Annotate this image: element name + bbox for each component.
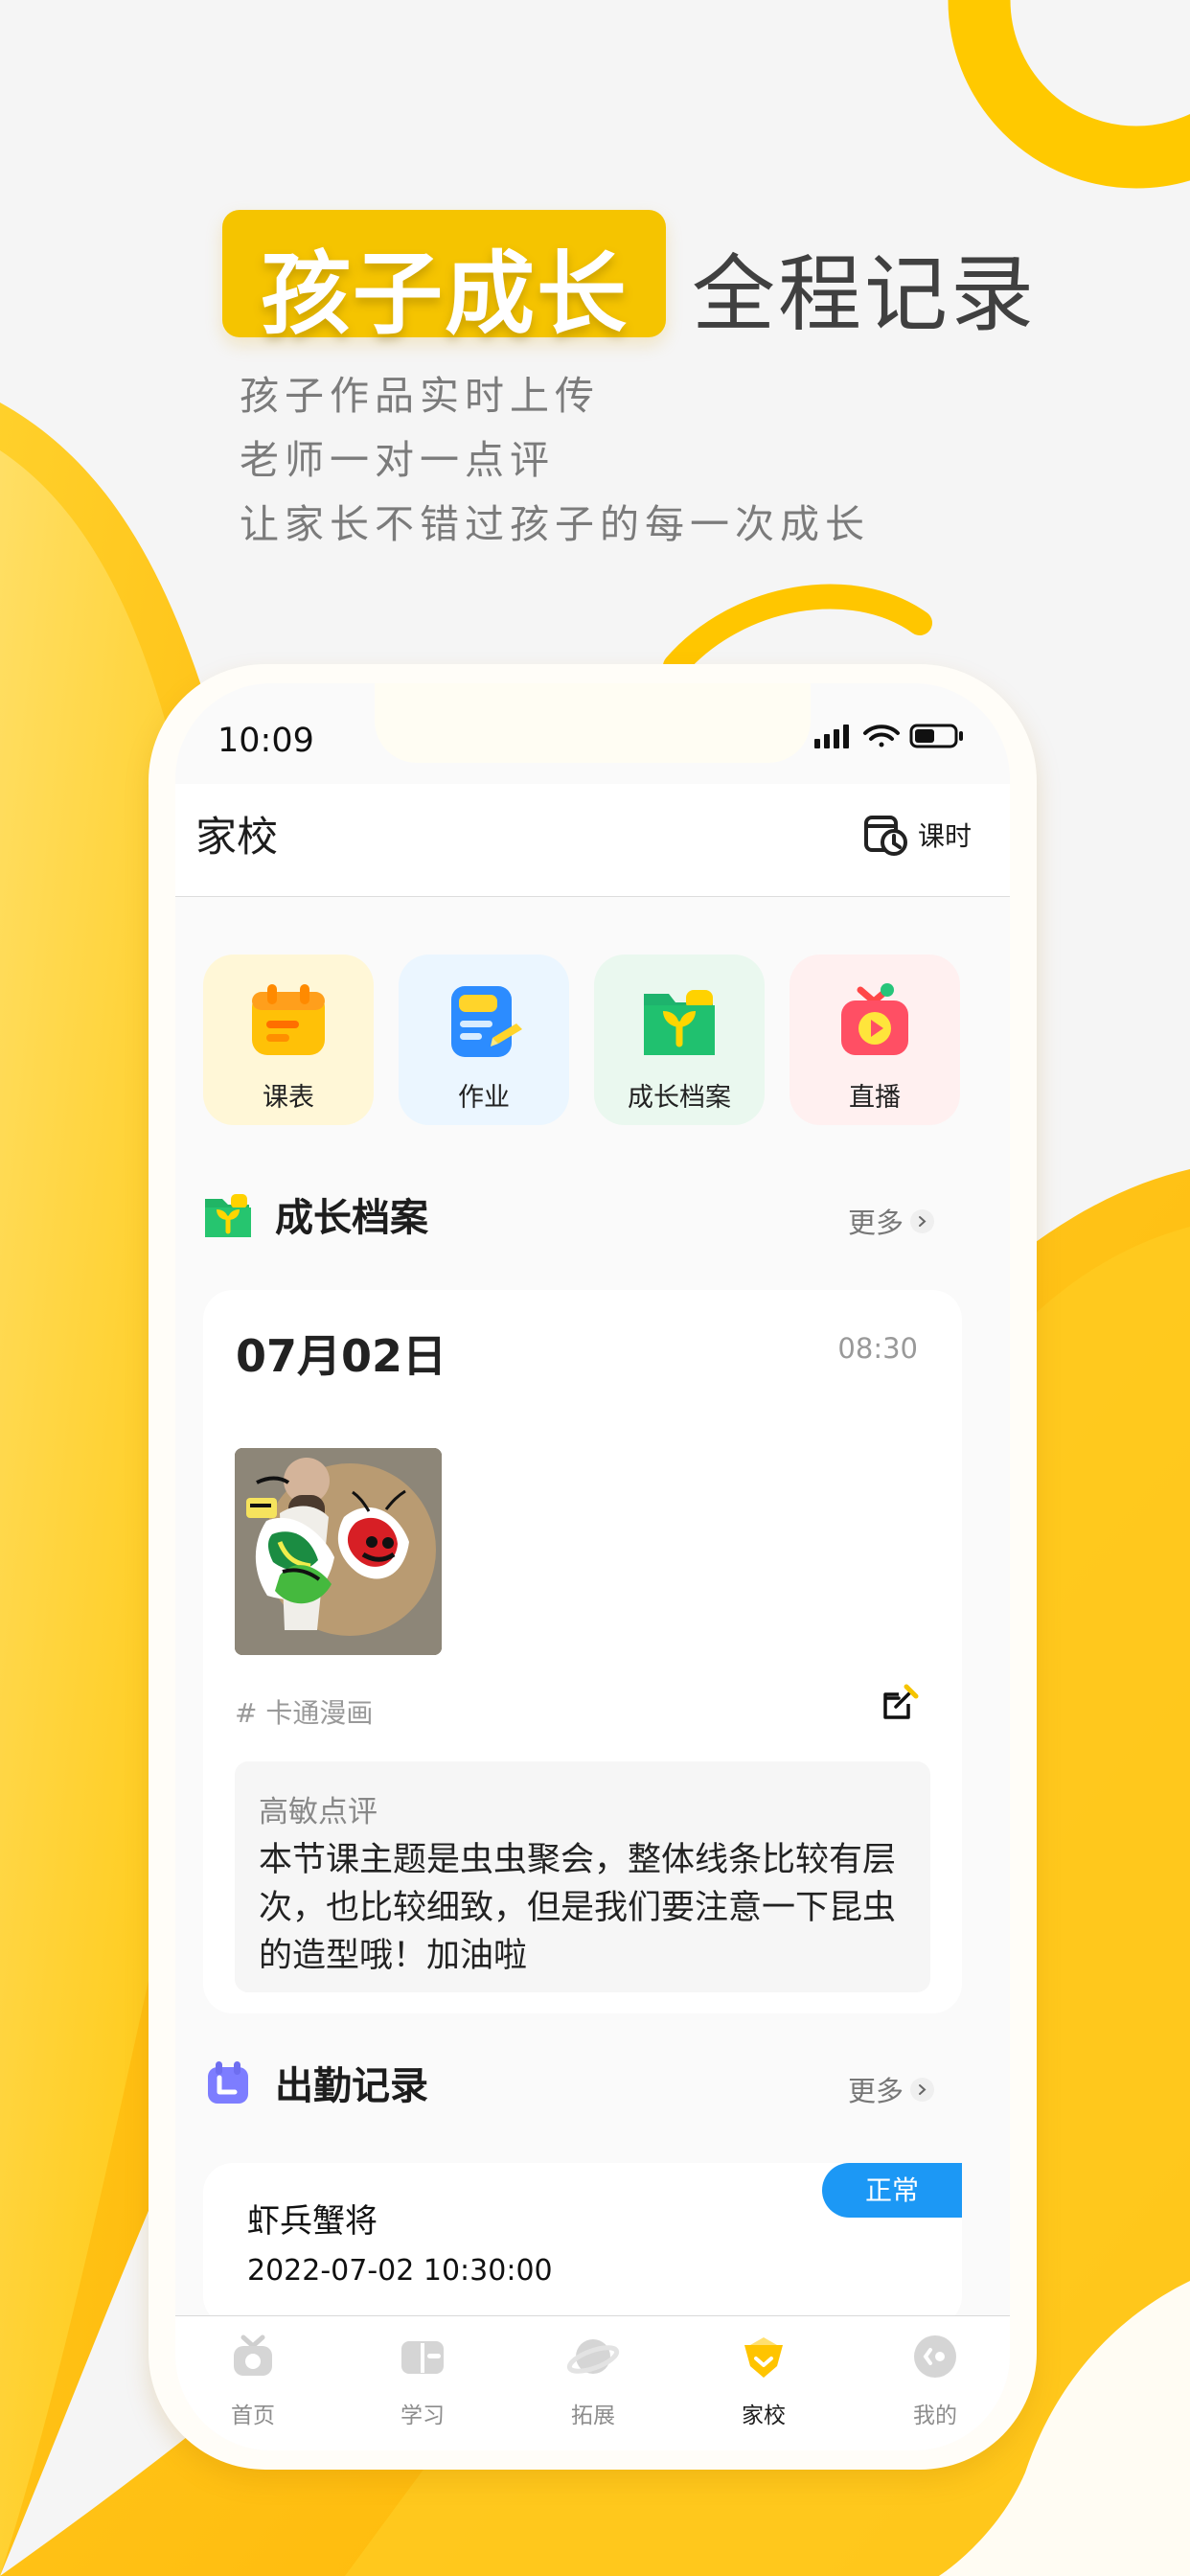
growth-section-icon (205, 1194, 251, 1237)
attendance-record-card[interactable]: 虾兵蟹将 2022-07-02 10:30:00 正常 (203, 2163, 962, 2326)
bottom-tab-bar: 首页 学习 拓展 家校 我的 (175, 2315, 1010, 2450)
live-tv-icon (841, 983, 908, 1055)
record-time: 08:30 (837, 1332, 918, 1365)
phone-notch (375, 683, 811, 763)
quick-action-live[interactable]: 直播 (790, 954, 960, 1125)
tab-label: 学习 (400, 2404, 445, 2428)
tab-home[interactable]: 首页 (195, 2330, 310, 2435)
clock-calendar-icon (863, 816, 907, 856)
lesson-hours-label: 课时 (917, 820, 972, 852)
more-label: 更多 (847, 2075, 904, 2107)
school-diamond-icon (744, 2337, 783, 2378)
lesson-hours-button[interactable]: 课时 (863, 814, 972, 856)
phone-mockup: 10:09 家校 课时 课表 作业 成长档案 直播 成长档案 更多 07月02日… (149, 664, 1037, 2470)
schedule-icon (252, 984, 325, 1055)
tab-label: 首页 (231, 2404, 275, 2428)
app-header: 家校 课时 (175, 784, 1010, 897)
home-tv-icon (234, 2334, 272, 2376)
homework-icon (451, 986, 522, 1057)
growth-folder-icon (644, 990, 715, 1055)
attendance-more-link[interactable]: 更多 (848, 2069, 934, 2109)
page-title: 家校 (195, 814, 278, 862)
tab-label: 我的 (913, 2404, 957, 2428)
growth-section-title: 成长档案 (275, 1196, 428, 1240)
promo-line: 孩子作品实时上传 (240, 373, 600, 419)
teacher-comment-box: 高敏点评 本节课主题是虫虫聚会，整体线条比较有层次，也比较细致，但是我们要注意一… (235, 1761, 930, 1992)
headline-text: 全程记录 (692, 245, 1037, 343)
record-date: 07月02日 (236, 1330, 447, 1382)
status-icons (814, 724, 963, 748)
artwork-tag: # 卡通漫画 (235, 1697, 374, 1729)
chevron-right-icon (910, 1208, 934, 1233)
comment-author: 高敏点评 (259, 1795, 378, 1829)
quick-action-label: 课表 (263, 1083, 314, 1113)
promo-description: 孩子作品实时上传 老师一对一点评 让家长不错过孩子的每一次成长 (240, 364, 870, 557)
study-book-icon (401, 2341, 444, 2374)
quick-action-label: 直播 (849, 1083, 901, 1113)
attendance-section-icon (208, 2061, 248, 2104)
attendance-section-title: 出勤记录 (275, 2064, 428, 2108)
wifi-icon (863, 724, 900, 748)
tab-profile[interactable]: 我的 (878, 2330, 993, 2435)
promo-line: 老师一对一点评 (240, 437, 555, 483)
battery-icon (909, 724, 963, 748)
attendance-section-heading: 出勤记录 (203, 2055, 428, 2110)
growth-more-link[interactable]: 更多 (848, 1201, 934, 1241)
planet-icon (566, 2339, 620, 2374)
comment-text: 本节课主题是虫虫聚会，整体线条比较有层次，也比较细致，但是我们要注意一下昆虫的造… (259, 1841, 897, 1975)
profile-icon (914, 2335, 956, 2378)
signal-icon (814, 724, 849, 748)
more-label: 更多 (847, 1207, 904, 1239)
status-time: 10:09 (217, 722, 314, 760)
promo-headline: 孩子成长 全程记录 (222, 210, 1085, 347)
attendance-datetime: 2022-07-02 10:30:00 (247, 2254, 553, 2288)
growth-record-card[interactable]: 07月02日 08:30 # 卡通漫画 高敏点评 本节课主题是虫虫聚会，整体线条… (203, 1290, 962, 2013)
quick-actions: 课表 作业 成长档案 直播 (203, 954, 973, 1125)
promo-line: 让家长不错过孩子的每一次成长 (240, 501, 870, 547)
attendance-class-name: 虾兵蟹将 (247, 2202, 378, 2241)
tab-label: 家校 (742, 2404, 786, 2428)
quick-action-label: 作业 (458, 1083, 510, 1113)
growth-section-heading: 成长档案 (203, 1186, 428, 1242)
artwork-image (235, 1448, 442, 1655)
phone-screen: 10:09 家校 课时 课表 作业 成长档案 直播 成长档案 更多 07月02日… (175, 683, 1010, 2450)
attendance-status-badge: 正常 (822, 2163, 962, 2218)
share-edit-icon[interactable] (880, 1683, 920, 1723)
tab-school[interactable]: 家校 (706, 2330, 821, 2435)
quick-action-growth-record[interactable]: 成长档案 (594, 954, 765, 1125)
tab-label: 拓展 (571, 2404, 615, 2428)
tab-study[interactable]: 学习 (365, 2330, 480, 2435)
chevron-right-icon (910, 2077, 934, 2102)
quick-action-label: 成长档案 (628, 1083, 731, 1113)
quick-action-schedule[interactable]: 课表 (203, 954, 374, 1125)
tab-explore[interactable]: 拓展 (536, 2330, 651, 2435)
quick-action-homework[interactable]: 作业 (399, 954, 569, 1125)
artwork-photo[interactable] (235, 1448, 442, 1655)
headline-highlight-text: 孩子成长 (261, 242, 629, 347)
